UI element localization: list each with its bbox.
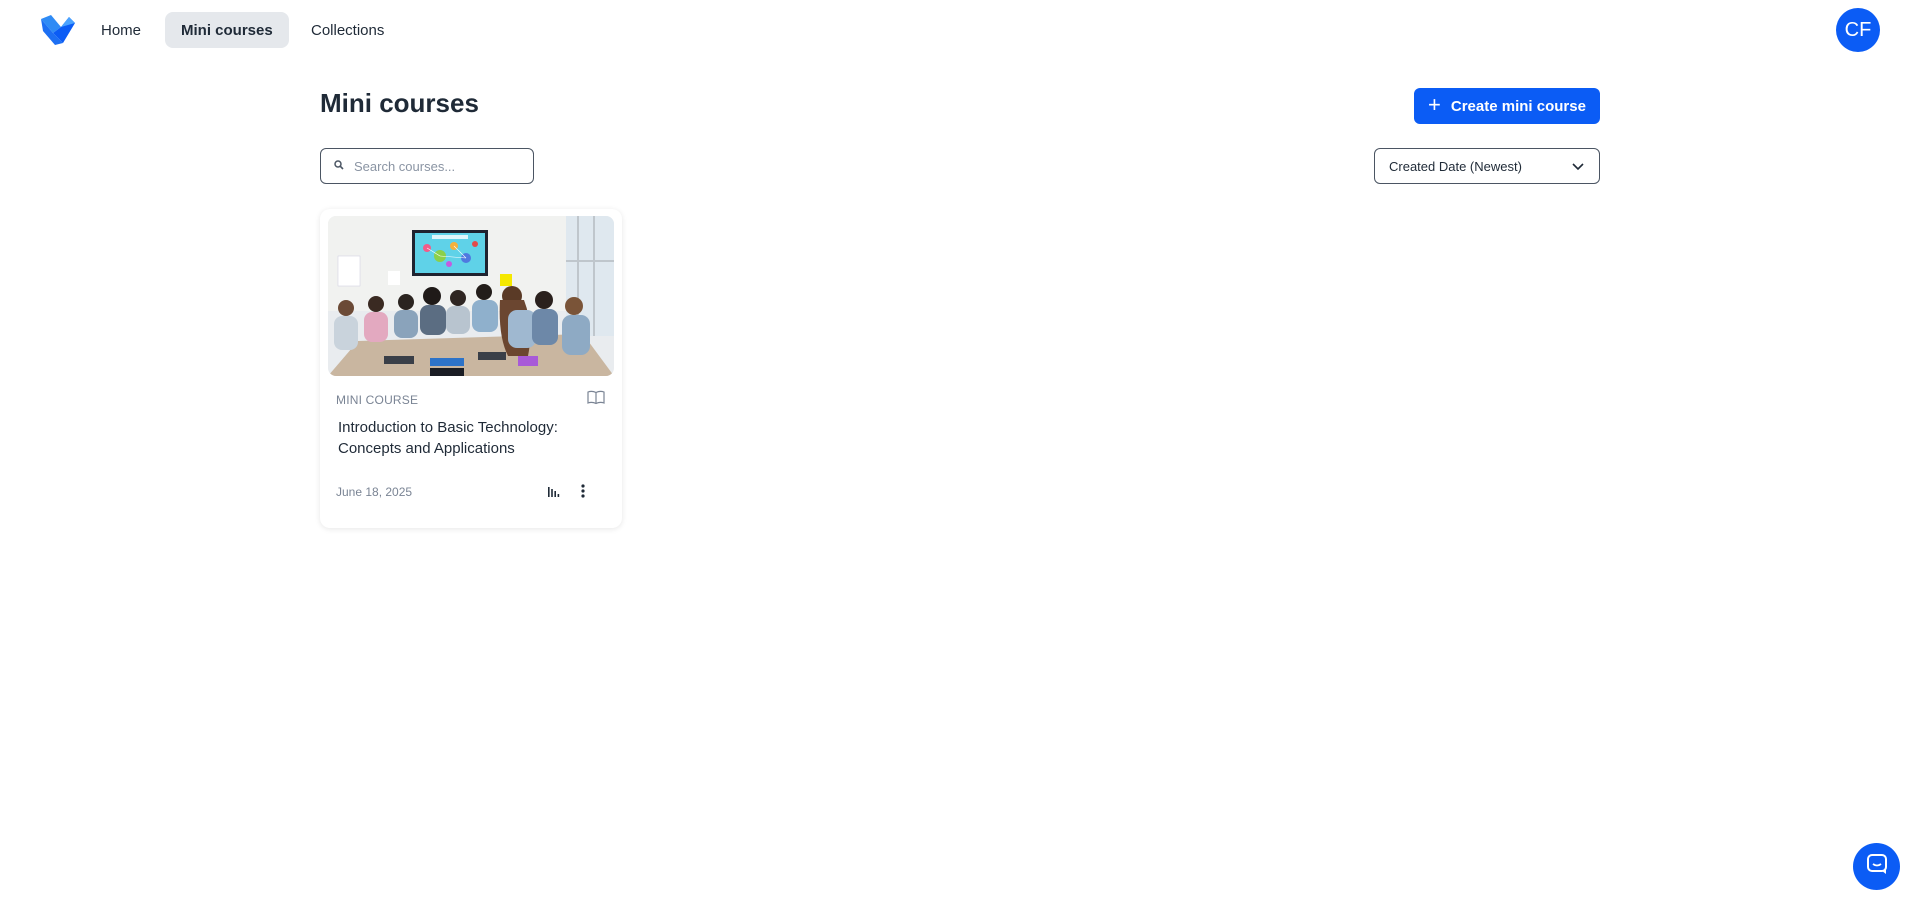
analytics-icon[interactable] [546,483,562,504]
top-navigation: Home Mini courses Collections CF [0,0,1920,60]
chevron-down-icon [1571,159,1585,174]
chat-launcher-button[interactable] [1853,843,1900,890]
create-mini-course-label: Create mini course [1450,97,1586,115]
nav-home[interactable]: Home [85,12,157,48]
nav-collections[interactable]: Collections [295,12,400,48]
book-open-icon [587,390,605,410]
sort-selected-label: Created Date (Newest) [1389,158,1522,174]
nav-mini-courses-label: Mini courses [181,21,273,39]
sort-dropdown[interactable]: Created Date (Newest) [1374,148,1600,184]
chat-icon [1866,853,1888,880]
course-date: June 18, 2025 [336,485,413,499]
avatar[interactable]: CF [1836,8,1880,52]
search-box[interactable] [320,148,534,184]
search-input[interactable] [354,158,514,174]
avatar-initials: CF [1844,18,1872,41]
course-card[interactable]: MINI COURSE Introduction to Basic Techno… [320,209,622,528]
page-title: Mini courses [320,88,479,118]
more-options-icon[interactable] [580,482,586,505]
plus-icon: + [1428,92,1441,117]
create-mini-course-button[interactable]: + Create mini course [1414,88,1600,124]
course-thumbnail [328,216,614,376]
search-icon [334,157,344,175]
nav-collections-label: Collections [311,21,385,39]
logo-icon[interactable] [39,13,77,47]
course-title: Introduction to Basic Technology: Concep… [338,419,558,457]
nav-home-label: Home [101,21,142,39]
nav-mini-courses[interactable]: Mini courses [165,12,289,48]
course-kind-label: MINI COURSE [336,393,419,407]
